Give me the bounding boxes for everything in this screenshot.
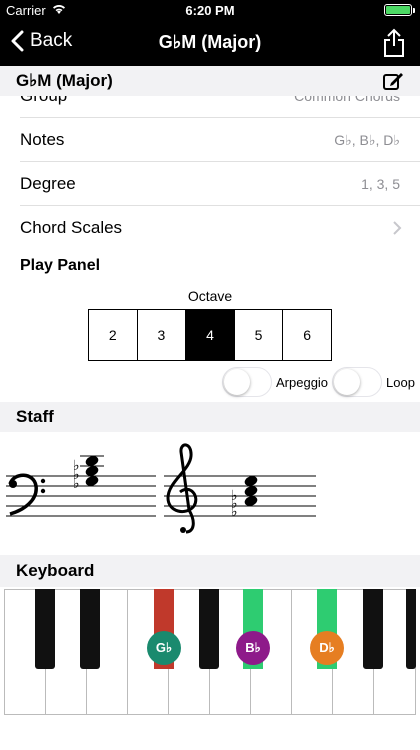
piano-black-key[interactable] — [199, 589, 219, 669]
svg-text:♭: ♭ — [231, 504, 238, 520]
octave-option[interactable]: 6 — [283, 310, 331, 360]
note-marker-g-flat: G♭ — [147, 631, 181, 665]
note-marker-b-flat: B♭ — [236, 631, 270, 665]
octave-option[interactable]: 3 — [138, 310, 187, 360]
chord-title: G♭M (Major) — [16, 71, 113, 90]
piano-black-key[interactable] — [406, 589, 416, 669]
row-degree: Degree 1, 3, 5 — [0, 162, 420, 206]
notes-value: G♭, B♭, D♭ — [334, 132, 400, 148]
row-chord-scales[interactable]: Chord Scales — [0, 206, 420, 250]
svg-text:♭: ♭ — [73, 476, 80, 492]
chord-scales-label: Chord Scales — [20, 218, 123, 237]
group-label: Group — [20, 96, 67, 106]
keyboard-header: Keyboard — [0, 555, 420, 587]
loop-toggle[interactable] — [332, 367, 382, 397]
piano-keyboard: G♭ B♭ D♭ — [4, 589, 416, 715]
note-marker-d-flat: D♭ — [310, 631, 344, 665]
battery-icon — [384, 4, 415, 16]
clock: 6:20 PM — [185, 3, 235, 18]
chord-header: G♭M (Major) — [0, 66, 420, 96]
staff-notation: ♭ ♭ ♭ ♭ ♭ ♭ — [0, 432, 420, 552]
piano-black-key[interactable] — [80, 589, 100, 669]
bass-clef-icon — [8, 473, 46, 516]
row-group: Group Common Chords — [0, 96, 420, 118]
octave-option-selected[interactable]: 4 — [186, 310, 235, 360]
chevron-right-icon — [393, 221, 402, 235]
row-notes: Notes G♭, B♭, D♭ — [0, 118, 420, 162]
treble-clef-icon — [166, 443, 198, 534]
octave-option[interactable]: 5 — [235, 310, 284, 360]
octave-selector: 2 3 4 5 6 — [88, 309, 332, 361]
nav-title: G♭M (Major) — [158, 32, 262, 52]
octave-option[interactable]: 2 — [89, 310, 138, 360]
keyboard-title: Keyboard — [16, 561, 95, 580]
edit-icon[interactable] — [382, 71, 404, 91]
group-value: Common Chords — [294, 96, 400, 104]
status-bar: Carrier 6:20 PM — [0, 0, 420, 20]
staff-header: Staff — [0, 402, 420, 432]
share-icon[interactable] — [382, 28, 406, 58]
navigation-bar: Back G♭M (Major) — [0, 20, 420, 66]
piano-black-key[interactable] — [363, 589, 383, 669]
degree-label: Degree — [20, 174, 76, 193]
loop-label: Loop — [386, 375, 415, 390]
play-panel-title: Play Panel — [20, 257, 101, 274]
staff-title: Staff — [16, 407, 54, 426]
degree-value: 1, 3, 5 — [361, 176, 400, 192]
octave-label: Octave — [187, 288, 233, 304]
notes-label: Notes — [20, 130, 65, 149]
arpeggio-toggle[interactable] — [222, 367, 272, 397]
arpeggio-label: Arpeggio — [276, 375, 329, 390]
treble-chord: ♭ ♭ ♭ — [231, 476, 258, 520]
piano-black-key[interactable] — [35, 589, 55, 669]
